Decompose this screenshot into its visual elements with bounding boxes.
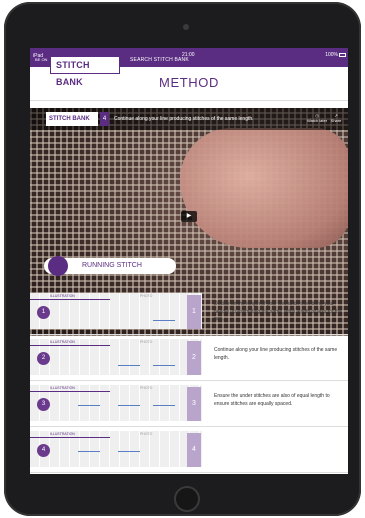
search-stitch-bank-link[interactable]: SEARCH STITCH BANK <box>130 57 189 63</box>
share-button[interactable]: ↗ Share <box>325 113 347 123</box>
stitch-mark <box>118 405 140 406</box>
illustration-label: ILLUSTRATION <box>50 340 75 344</box>
app-screen: iPad 21:00 100% BE ON STITCH BANK SEARCH… <box>30 48 348 474</box>
photo-label: PHOTO <box>140 432 153 436</box>
illustration-line <box>30 437 110 438</box>
step-number-box: 4 <box>187 433 201 467</box>
step-number-box: 2 <box>187 341 201 375</box>
logo-side-text: BE ON <box>35 57 48 62</box>
step-description: Decide on the length of your first stitc… <box>214 301 342 322</box>
steps-list: ILLUSTRATION PHOTO 1 1 Decide on the len… <box>30 289 348 473</box>
video-caption: Continue along your line producing stitc… <box>114 116 254 122</box>
photo-label: PHOTO <box>140 294 153 298</box>
step-number-circle: 1 <box>37 306 50 319</box>
stitch-badge-icon <box>48 256 68 276</box>
step-row: ILLUSTRATION PHOTO 3 3 Ensure the under … <box>30 381 348 427</box>
step-number-circle: 4 <box>37 444 50 457</box>
photo-label: PHOTO <box>140 340 153 344</box>
step-number-circle: 2 <box>37 352 50 365</box>
step-description: Continue along your line producing stitc… <box>214 347 338 361</box>
step-row: ILLUSTRATION PHOTO 4 4 <box>30 427 348 473</box>
stitch-mark <box>118 365 140 366</box>
step-row: ILLUSTRATION PHOTO 1 1 Decide on the len… <box>30 289 348 335</box>
step-number-box: 1 <box>187 295 201 329</box>
video-logo: STITCH BANK <box>46 112 98 126</box>
video-step-number: 4 <box>100 112 109 126</box>
stitch-mark <box>153 365 175 366</box>
illustration-label: ILLUSTRATION <box>50 386 75 390</box>
share-label: Share <box>330 118 342 123</box>
finger-image <box>180 128 348 248</box>
play-icon[interactable]: ▶ <box>181 211 197 222</box>
stitch-mark <box>153 320 175 321</box>
step-illustration: ILLUSTRATION PHOTO <box>30 293 202 329</box>
ipad-frame: iPad 21:00 100% BE ON STITCH BANK SEARCH… <box>4 2 361 516</box>
illustration-label: ILLUSTRATION <box>50 294 75 298</box>
step-number-box: 3 <box>187 387 201 421</box>
photo-label: PHOTO <box>140 386 153 390</box>
step-illustration: ILLUSTRATION PHOTO <box>30 431 202 467</box>
step-description: Ensure the under stitches are also of eq… <box>214 393 330 407</box>
illustration-label: ILLUSTRATION <box>50 432 75 436</box>
illustration-line <box>30 391 110 392</box>
stitch-mark <box>78 405 100 406</box>
nav-bar: BE ON STITCH BANK SEARCH STITCH BANK <box>30 56 348 87</box>
home-button[interactable] <box>174 486 200 512</box>
illustration-line <box>30 299 110 300</box>
video-header: STITCH BANK 4 Continue along your line p… <box>30 108 348 130</box>
app-logo[interactable]: STITCH BANK <box>50 56 120 87</box>
stitch-mark <box>118 451 140 452</box>
step-illustration: ILLUSTRATION PHOTO <box>30 385 202 421</box>
stitch-mark <box>153 405 175 406</box>
camera-icon <box>183 24 189 30</box>
step-illustration: ILLUSTRATION PHOTO <box>30 339 202 375</box>
stitch-mark <box>78 451 100 452</box>
illustration-line <box>30 345 110 346</box>
step-row: ILLUSTRATION PHOTO 2 2 Continue along yo… <box>30 335 348 381</box>
step-number-circle: 3 <box>37 398 50 411</box>
